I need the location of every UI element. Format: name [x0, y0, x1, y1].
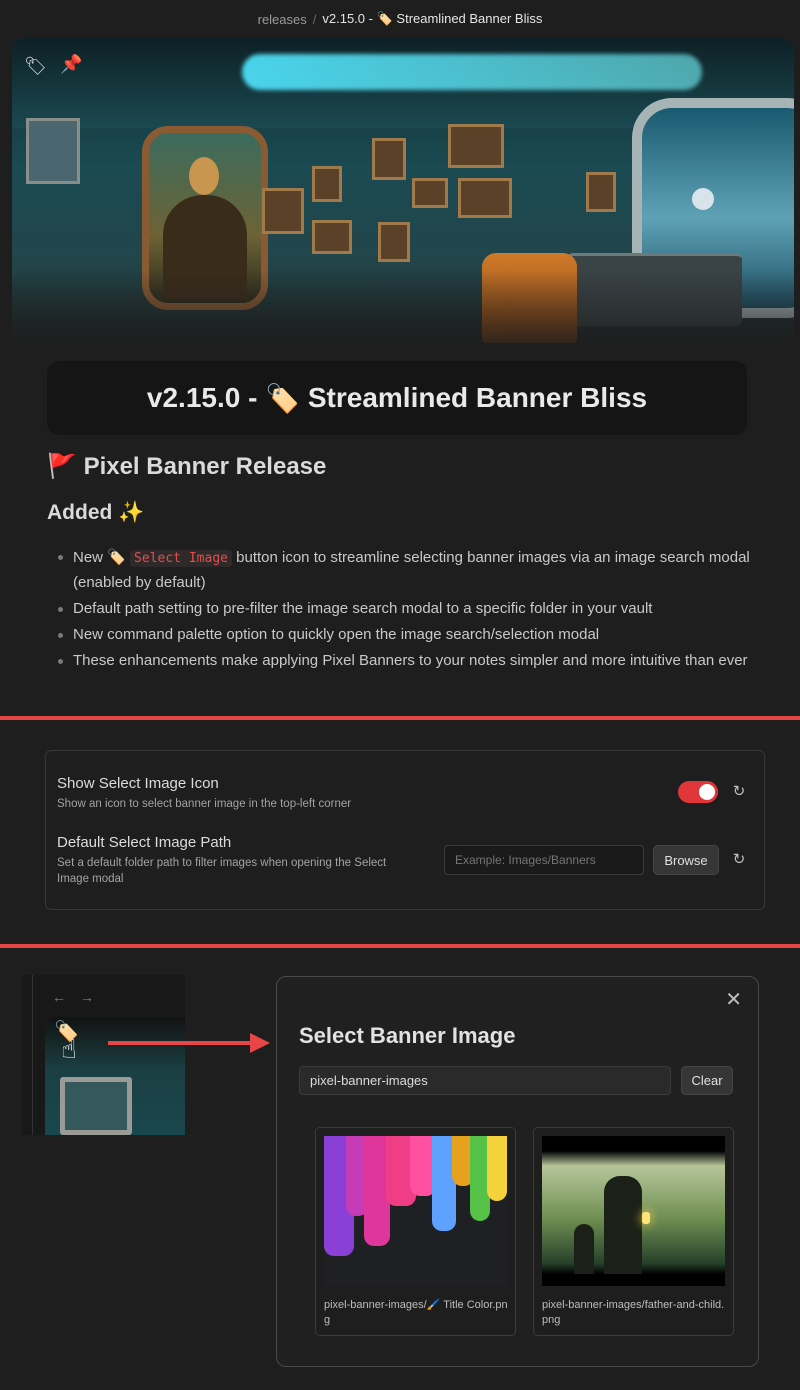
list-item: These enhancements make applying Pixel B… [58, 649, 783, 673]
banner-frame [412, 178, 448, 208]
paint-drip [487, 1136, 507, 1201]
release-heading-text: Pixel Banner Release [83, 453, 327, 480]
mini-banner: 🏷️ ☝ [45, 1017, 185, 1135]
forward-arrow-icon[interactable]: → [80, 989, 94, 1005]
tag-icon: 🏷️ [376, 12, 393, 27]
image-caption: pixel-banner-images/🖌️ Title Color.png [324, 1299, 508, 1326]
added-heading: Added ✨ [47, 500, 144, 525]
reset-icon[interactable]: ↻ [730, 783, 748, 801]
page-title: v2.15.0 - 🏷️ Streamlined Banner Bliss [47, 361, 747, 435]
arrow-head-icon [250, 1033, 270, 1053]
banner-frame [312, 220, 352, 254]
list-item-text: New [73, 549, 104, 566]
inline-code: Select Image [130, 550, 232, 567]
banner-frame [448, 124, 504, 168]
banner-frame [378, 222, 410, 262]
banner-wall-device [26, 118, 80, 184]
tag-icon[interactable]: 🏷 [24, 56, 47, 77]
image-card[interactable]: pixel-banner-images/father-and-child.png [533, 1127, 734, 1336]
lantern [642, 1212, 650, 1224]
banner-portrait-head [189, 157, 219, 195]
select-banner-image-modal: ✕ Select Banner Image Clear pixel-banner… [276, 976, 759, 1367]
section-divider [0, 944, 800, 948]
father-silhouette [604, 1176, 642, 1274]
changes-list: New 🏷️ Select Image button icon to strea… [47, 545, 783, 675]
banner-frame [586, 172, 616, 212]
setting-description: Show an icon to select banner image in t… [57, 798, 352, 810]
image-card[interactable]: pixel-banner-images/🖌️ Title Color.png [315, 1127, 516, 1336]
sparkles-icon: ✨ [118, 500, 145, 524]
breadcrumb-current: v2.15.0 - 🏷️ Streamlined Banner Bliss [322, 11, 542, 27]
breadcrumb: releases / v2.15.0 - 🏷️ Streamlined Bann… [0, 0, 800, 38]
note-pane-preview: ← → 🏷️ ☝ [22, 975, 185, 1135]
toggle-knob [699, 784, 715, 800]
banner-frame [458, 178, 512, 218]
list-item: New command palette option to quickly op… [58, 623, 783, 647]
banner-frame [60, 1077, 132, 1135]
banner-planet [692, 188, 714, 210]
settings-panel: Show Select Image Icon Show an icon to s… [45, 750, 765, 910]
tag-icon: 🏷️ [265, 381, 301, 415]
banner-light-strip [242, 54, 702, 90]
breadcrumb-title: Streamlined Banner Bliss [396, 11, 543, 26]
list-item: New 🏷️ Select Image button icon to strea… [58, 545, 783, 595]
hand-cursor-icon: ☝ [61, 1035, 77, 1065]
release-heading: 🚩 Pixel Banner Release [47, 452, 326, 481]
red-flag-icon: 🚩 [47, 452, 77, 480]
banner-frame [262, 188, 304, 234]
image-caption: pixel-banner-images/father-and-child.png [542, 1299, 725, 1326]
setting-name: Default Select Image Path [57, 834, 232, 851]
banner-image: 🏷 📌 [12, 38, 794, 360]
page-title-text: Streamlined Banner Bliss [307, 382, 648, 413]
reset-icon[interactable]: ↻ [730, 851, 748, 869]
breadcrumb-root[interactable]: releases [258, 12, 307, 27]
setting-name: Show Select Image Icon [57, 775, 219, 792]
close-icon[interactable]: ✕ [725, 987, 742, 1012]
default-path-input[interactable] [444, 845, 644, 875]
added-heading-text: Added [47, 501, 113, 524]
pushpin-icon[interactable]: 📌 [60, 54, 82, 75]
tag-icon: 🏷️ [107, 548, 126, 566]
paint-drip-thumbnail [324, 1136, 507, 1286]
page-title-version: v2.15.0 - [146, 382, 258, 413]
browse-button[interactable]: Browse [653, 845, 719, 875]
section-divider [0, 716, 800, 720]
forest-thumbnail [542, 1136, 725, 1286]
clear-button[interactable]: Clear [681, 1066, 733, 1095]
breadcrumb-separator: / [312, 11, 317, 27]
banner-frame [372, 138, 406, 180]
image-search-input[interactable] [299, 1066, 671, 1095]
back-arrow-icon[interactable]: ← [52, 989, 66, 1005]
setting-description: Set a default folder path to filter imag… [57, 857, 387, 885]
child-silhouette [574, 1224, 594, 1274]
pane-border [32, 975, 33, 1135]
arrow-line [108, 1041, 253, 1045]
modal-title: Select Banner Image [299, 1023, 516, 1048]
list-item: Default path setting to pre-filter the i… [58, 597, 783, 621]
select-image-icon-toggle[interactable] [678, 781, 718, 803]
banner-fade [12, 270, 794, 360]
breadcrumb-version: v2.15.0 - [322, 11, 373, 26]
banner-frame [312, 166, 342, 202]
